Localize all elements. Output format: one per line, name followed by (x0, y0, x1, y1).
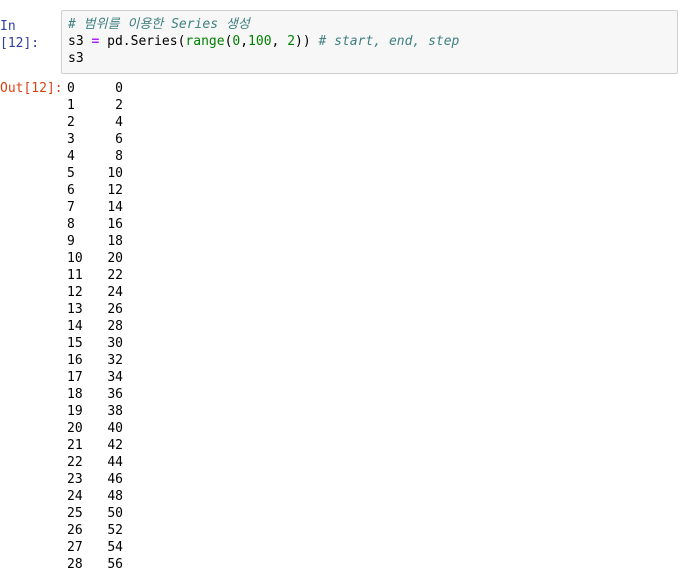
code-number: 100 (248, 34, 272, 49)
series-value: 56 (107, 557, 123, 572)
series-value: 44 (107, 455, 123, 470)
code-variable: s3 (68, 51, 84, 66)
code-number: 2 (287, 34, 296, 49)
series-index: 10 (67, 251, 83, 266)
series-index: 25 (67, 506, 83, 521)
series-index: 12 (67, 285, 83, 300)
series-value: 32 (107, 353, 123, 368)
series-value: 42 (107, 438, 123, 453)
series-index: 5 (67, 166, 75, 181)
series-value: 40 (107, 421, 123, 436)
series-value: 8 (115, 149, 123, 164)
output-cell: Out[12]: 0 0 1 2 2 4 3 6 4 8 5 10 6 12 7 14 8 16 9 18 10 20 11… (0, 80, 678, 576)
series-index: 7 (67, 200, 75, 215)
series-value: 46 (107, 472, 123, 487)
series-index: 16 (67, 353, 83, 368)
series-index: 15 (67, 336, 83, 351)
series-value: 22 (107, 268, 123, 283)
series-index: 6 (67, 183, 75, 198)
series-value: 0 (115, 81, 123, 96)
series-index: 17 (67, 370, 83, 385)
series-index: 28 (67, 557, 83, 572)
series-index: 21 (67, 438, 83, 453)
series-index: 13 (67, 302, 83, 317)
series-value: 2 (115, 98, 123, 113)
code-call: pd.Series( (107, 34, 186, 49)
series-index: 4 (67, 149, 75, 164)
series-value: 28 (107, 319, 123, 334)
series-index: 11 (67, 268, 83, 283)
code-comment: # start, end, step (318, 34, 460, 49)
series-index: 24 (67, 489, 83, 504)
series-value: 38 (107, 404, 123, 419)
code-variable: s3 (68, 34, 84, 49)
output-prompt: Out[12]: (0, 81, 63, 96)
series-index: 3 (67, 132, 75, 147)
series-value: 20 (107, 251, 123, 266)
series-value: 10 (107, 166, 123, 181)
series-index: 26 (67, 523, 83, 538)
code-operator: = (91, 34, 100, 49)
series-index: 2 (67, 115, 75, 130)
series-value: 30 (107, 336, 123, 351)
series-value: 50 (107, 506, 123, 521)
code-line-3: s3 (68, 50, 677, 67)
series-index: 1 (67, 98, 75, 113)
series-value: 24 (107, 285, 123, 300)
series-value: 48 (107, 489, 123, 504)
series-index: 27 (67, 540, 83, 555)
code-builtin: range (185, 34, 225, 49)
code-line-2: s3 = pd.Series(range(0,100, 2)) # start,… (68, 33, 677, 50)
code-line-1: # 범위를 이용한 Series 생성 (68, 16, 677, 33)
series-index: 8 (67, 217, 75, 232)
code-comma: , (271, 34, 288, 49)
input-prompt: In [12]: (0, 19, 40, 51)
series-value: 16 (107, 217, 123, 232)
series-index: 18 (67, 387, 83, 402)
code-paren: )) (295, 34, 311, 49)
series-value: 14 (107, 200, 123, 215)
series-index: 9 (67, 234, 75, 249)
series-value: 4 (115, 115, 123, 130)
series-value: 18 (107, 234, 123, 249)
series-index: 0 (67, 81, 75, 96)
series-index: 19 (67, 404, 83, 419)
series-index: 23 (67, 472, 83, 487)
series-value: 6 (115, 132, 123, 147)
series-index: 20 (67, 421, 83, 436)
series-index: 14 (67, 319, 83, 334)
series-value: 26 (107, 302, 123, 317)
input-cell[interactable]: In [12]: # 범위를 이용한 Series 생성 s3 = pd.Ser… (0, 10, 678, 74)
series-value: 54 (107, 540, 123, 555)
series-index: 22 (67, 455, 83, 470)
series-value: 52 (107, 523, 123, 538)
code-editor[interactable]: # 범위를 이용한 Series 생성 s3 = pd.Series(range… (61, 10, 678, 74)
series-value: 34 (107, 370, 123, 385)
code-comment: # 범위를 이용한 Series 생성 (68, 17, 250, 32)
series-value: 36 (107, 387, 123, 402)
series-value: 12 (107, 183, 123, 198)
code-comma: , (240, 34, 249, 49)
